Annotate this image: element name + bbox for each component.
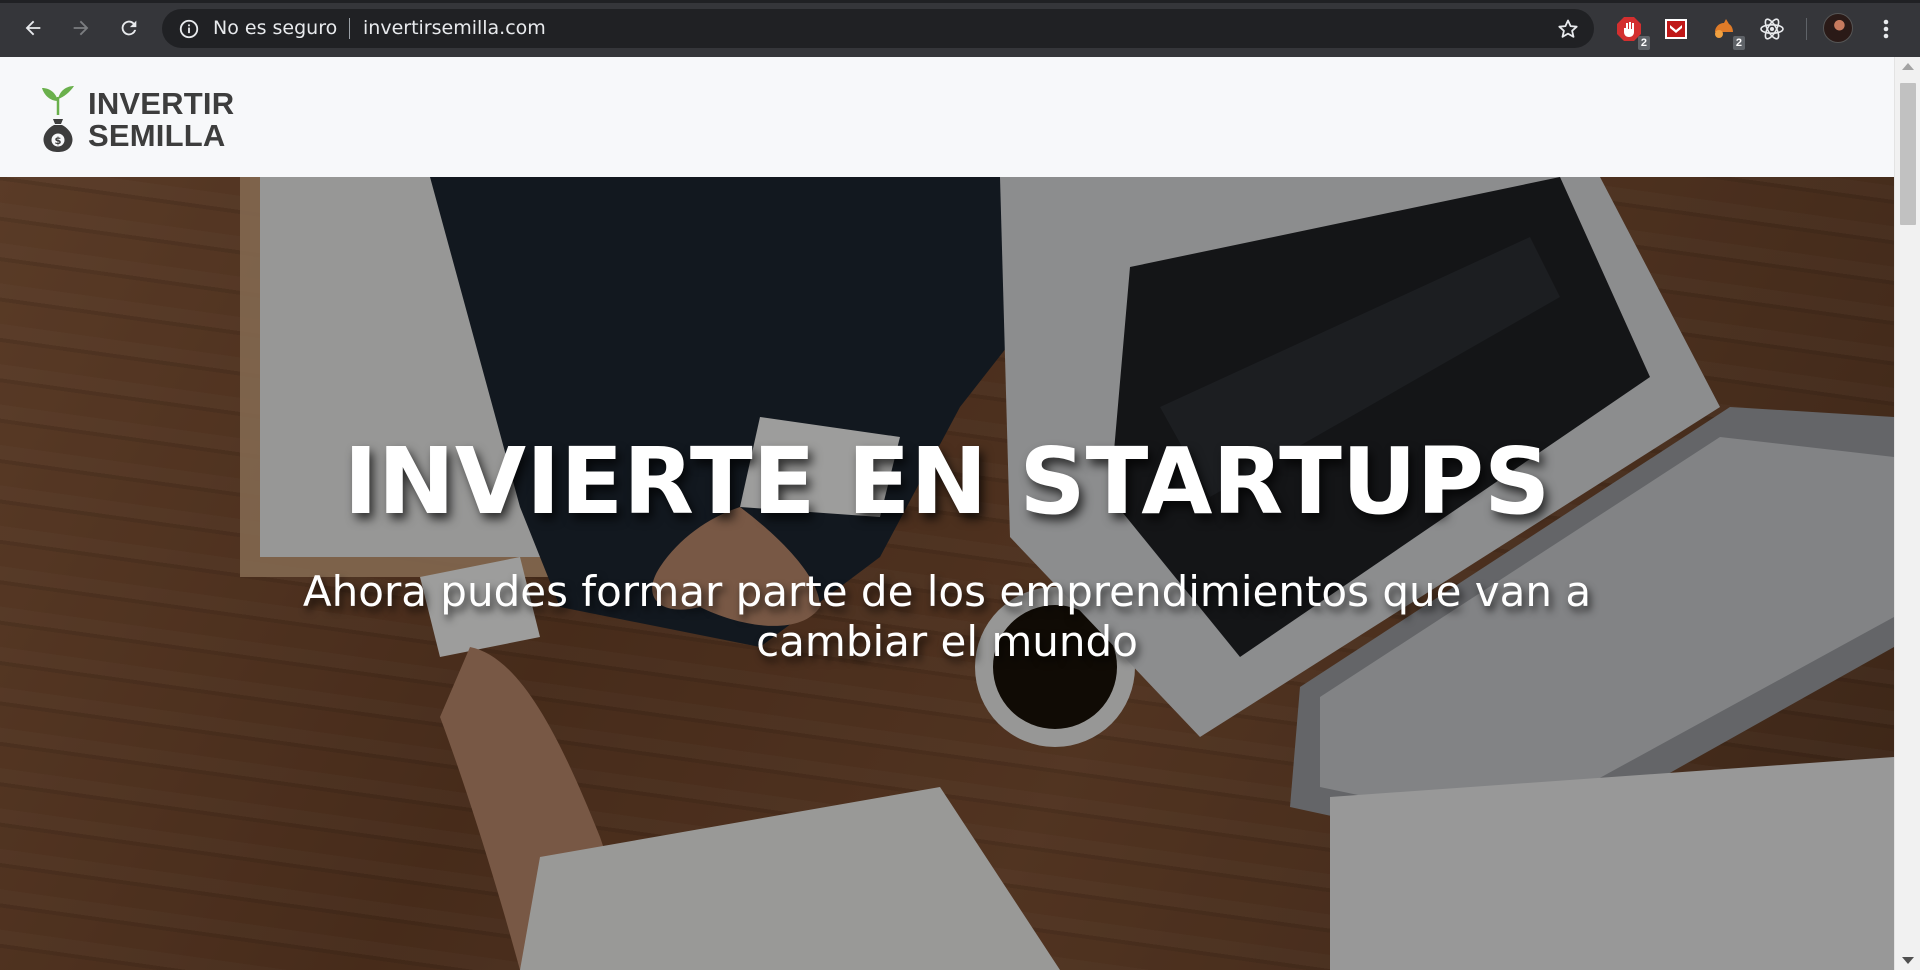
hero-banner: INVIERTE EN STARTUPS Ahora pudes formar … <box>0 177 1894 970</box>
arrow-right-icon <box>73 20 89 36</box>
logo-wordmark: INVERTIR SEMILLA <box>88 88 234 152</box>
arrow-left-icon <box>25 20 41 36</box>
svg-text:$: $ <box>55 136 62 147</box>
hero-title: INVIERTE EN STARTUPS <box>343 428 1551 535</box>
hero-subtitle: Ahora pudes formar parte de los emprendi… <box>302 567 1592 666</box>
vertical-scrollbar[interactable] <box>1894 57 1920 970</box>
security-status[interactable]: No es seguro <box>213 17 337 40</box>
react-devtools-button[interactable] <box>1757 14 1787 44</box>
tab-strip-edge <box>0 0 1920 3</box>
toolbar-divider <box>1806 18 1807 40</box>
reload-button[interactable] <box>109 8 149 48</box>
site-header: $ INVERTIR SEMILLA <box>0 57 1894 177</box>
scrollbar-thumb[interactable] <box>1900 83 1916 225</box>
more-menu-icon[interactable] <box>1872 14 1900 44</box>
logo-line-1: INVERTIR <box>88 86 235 121</box>
mcafee-extension-button[interactable] <box>1661 14 1691 44</box>
forward-button[interactable] <box>61 8 101 48</box>
scroll-up-arrow-icon[interactable] <box>1902 63 1914 70</box>
extension-badge: 2 <box>1732 36 1745 50</box>
react-devtools-icon <box>1760 18 1784 40</box>
profile-avatar[interactable] <box>1823 13 1853 43</box>
mcafee-icon <box>1665 19 1687 39</box>
url-text[interactable]: invertirsemilla.com <box>363 17 546 40</box>
adblock-extension-button[interactable]: 2 <box>1614 14 1650 50</box>
logo-line-2: SEMILLA <box>88 118 226 153</box>
info-icon[interactable] <box>178 18 200 40</box>
back-button[interactable] <box>13 8 53 48</box>
site-logo[interactable]: $ INVERTIR SEMILLA <box>40 83 234 153</box>
money-bag-sprout-icon: $ <box>42 86 74 152</box>
address-bar[interactable]: No es seguro invertirsemilla.com <box>162 9 1594 48</box>
scroll-down-arrow-icon[interactable] <box>1902 957 1914 964</box>
browser-toolbar: No es seguro invertirsemilla.com 2 2 <box>0 0 1920 57</box>
adblock-badge: 2 <box>1637 36 1650 50</box>
omnibox-divider <box>349 18 350 39</box>
reload-icon <box>121 20 137 36</box>
bookmark-star-icon[interactable] <box>1556 17 1580 41</box>
extension-button[interactable]: 2 <box>1709 14 1745 50</box>
page-viewport: $ INVERTIR SEMILLA INVIERTE EN STARTUPS … <box>0 57 1894 970</box>
